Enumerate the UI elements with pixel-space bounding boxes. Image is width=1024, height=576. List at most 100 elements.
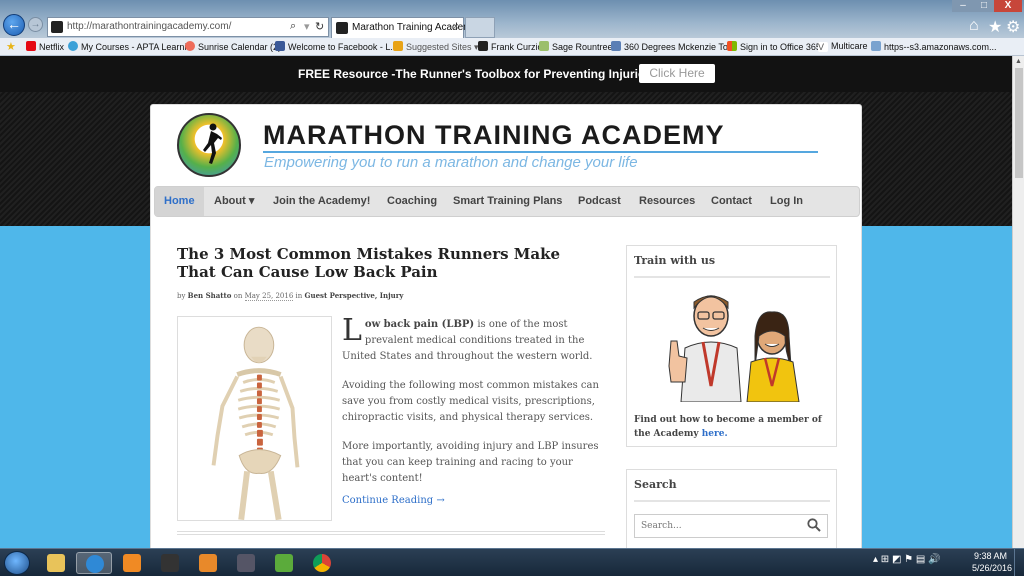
favorite-link[interactable]: Suggested Sites ▾ [393, 41, 479, 53]
search-placeholder: Search... [641, 521, 682, 531]
favorite-link[interactable]: Sage Rountree [539, 41, 613, 52]
runner-icon [203, 123, 222, 164]
post-date: May 25, 2016 [244, 292, 294, 301]
clock-date[interactable]: 5/26/2016 [972, 563, 1012, 573]
widget-title-search: Search [634, 478, 677, 491]
outlook-icon [199, 554, 217, 572]
sage-icon [539, 41, 549, 51]
taskbar-internet-explorer[interactable] [76, 552, 112, 574]
home-icon[interactable]: ⌂ [969, 17, 979, 35]
search-icon[interactable] [807, 518, 821, 532]
minimize-button[interactable]: – [952, 0, 974, 12]
taskbar-evernote[interactable] [266, 552, 302, 574]
page-scrollbar[interactable]: ▲ [1012, 56, 1024, 548]
nav-resources[interactable]: Resources [630, 187, 704, 216]
favorite-link[interactable]: 360 Degrees Mckenzie To... [611, 41, 735, 52]
site-title[interactable]: MARATHON TRAINING ACADEMY [263, 120, 724, 151]
nav-log-in[interactable]: Log In [761, 187, 812, 216]
widget-title-train: Train with us [634, 254, 716, 267]
taskbar-outlook[interactable] [190, 552, 226, 574]
tab-marathon-training-academy[interactable]: Marathon Training Academy × [331, 17, 477, 38]
browser-titlebar: ← → http://marathontrainingacademy.com/ … [0, 0, 1024, 38]
office-icon [727, 41, 737, 51]
favorite-link[interactable]: V Multicare [818, 41, 868, 52]
folder-icon [47, 554, 65, 572]
nav-podcast[interactable]: Podcast [569, 187, 630, 216]
suggested-sites-icon [393, 41, 403, 51]
back-button[interactable]: ← [3, 14, 25, 36]
meta-by: by [177, 292, 186, 300]
maximize-button[interactable]: □ [974, 0, 994, 12]
taskbar-chrome[interactable] [304, 552, 340, 574]
settings-gear-icon[interactable]: ⚙ [1006, 17, 1020, 37]
continue-reading-link[interactable]: Continue Reading → [342, 495, 445, 506]
promo-bar: FREE Resource -The Runner's Toolbox for … [0, 56, 1012, 92]
lbp-term: ow back pain (LBP) [364, 319, 475, 330]
train-text: Find out how to become a member of the A… [634, 415, 822, 439]
skeleton-spine-image[interactable] [177, 316, 332, 521]
favorite-link[interactable]: Netflix [26, 41, 64, 52]
nav-contact[interactable]: Contact [702, 187, 761, 216]
nav-join-the-academy[interactable]: Join the Academy! [264, 187, 379, 216]
taskbar-media-player[interactable] [114, 552, 150, 574]
meta-on: on [233, 292, 243, 300]
widget-divider [634, 276, 830, 278]
close-window-button[interactable]: X [994, 0, 1022, 12]
favorite-link[interactable]: Frank Curzio [478, 41, 543, 52]
post-excerpt: Low back pain (LBP) is one of the most p… [342, 313, 604, 500]
favorites-icon[interactable]: ★ [988, 17, 1002, 37]
close-tab-icon[interactable]: × [453, 21, 459, 33]
scroll-thumb[interactable] [1015, 68, 1023, 178]
site-tagline: Empowering you to run a marathon and cha… [264, 154, 638, 171]
post-divider [177, 531, 605, 535]
amazonaws-icon [871, 41, 881, 51]
clock-time[interactable]: 9:38 AM [974, 551, 1007, 561]
multicare-icon: V [818, 42, 828, 52]
search-widget: Search Search... [626, 469, 837, 548]
main-nav: Home About ▾ Join the Academy! Coaching … [154, 186, 860, 217]
post-categories[interactable]: Guest Perspective, Injury [305, 291, 404, 300]
forward-button[interactable]: → [28, 17, 43, 32]
nav-home[interactable]: Home [155, 187, 204, 216]
media-player-icon [123, 554, 141, 572]
windows-taskbar: ▴ ⊞ ◩ ⚑ ▤ 🔊 9:38 AM 5/26/2016 [0, 548, 1024, 576]
search-icon[interactable]: ⌕ [290, 20, 296, 33]
coaches-illustration[interactable] [651, 286, 815, 402]
show-desktop-button[interactable] [1014, 549, 1024, 576]
taskbar-file-explorer[interactable] [38, 552, 74, 574]
click-here-button[interactable]: Click Here [639, 64, 715, 83]
refresh-icon[interactable]: ↻ [315, 20, 324, 33]
add-favorite-star-icon[interactable]: ★ [6, 40, 16, 53]
post-title[interactable]: The 3 Most Common Mistakes Runners Make … [177, 245, 587, 281]
meta-in: in [295, 292, 303, 300]
favorite-link[interactable]: Sign in to Office 365 [727, 41, 821, 52]
favorite-link[interactable]: Welcome to Facebook - L... [275, 41, 398, 52]
favorite-link[interactable]: My Courses - APTA Learni... [68, 41, 194, 52]
runner-app-icon [161, 554, 179, 572]
dropcap-letter: L [342, 313, 362, 348]
train-here-link[interactable]: here. [702, 429, 728, 439]
start-button[interactable] [4, 551, 30, 575]
favorite-link[interactable]: Sunrise Calendar (2) [185, 41, 281, 52]
scroll-up-arrow-icon[interactable]: ▲ [1015, 58, 1022, 65]
excerpt-paragraph-2: Avoiding the following most common mista… [342, 380, 599, 423]
nav-coaching[interactable]: Coaching [378, 187, 446, 216]
nav-about[interactable]: About ▾ [205, 187, 263, 216]
nav-smart-training-plans[interactable]: Smart Training Plans [444, 187, 571, 216]
train-with-us-widget: Train with us Find out how to become a m… [626, 245, 837, 447]
frank-curzio-icon [478, 41, 488, 51]
post-author-link[interactable]: Ben Shatto [188, 291, 232, 300]
train-description: Find out how to become a member of the A… [634, 413, 830, 441]
search-input[interactable]: Search... [634, 514, 828, 538]
favorite-link[interactable]: https--s3.amazonaws.com... [871, 41, 997, 52]
address-bar[interactable]: http://marathontrainingacademy.com/ ⌕ ▾ … [47, 17, 329, 37]
mckenzie-icon [611, 41, 621, 51]
system-tray-icons[interactable]: ▴ ⊞ ◩ ⚑ ▤ 🔊 [873, 554, 941, 565]
address-url: http://marathontrainingacademy.com/ [67, 21, 232, 32]
new-tab-button[interactable] [465, 17, 495, 38]
taskbar-movie-maker[interactable] [228, 552, 264, 574]
site-logo[interactable] [177, 113, 241, 177]
dropdown-icon[interactable]: ▾ [304, 20, 310, 33]
taskbar-app[interactable] [152, 552, 188, 574]
web-page: FREE Resource -The Runner's Toolbox for … [0, 56, 1012, 548]
